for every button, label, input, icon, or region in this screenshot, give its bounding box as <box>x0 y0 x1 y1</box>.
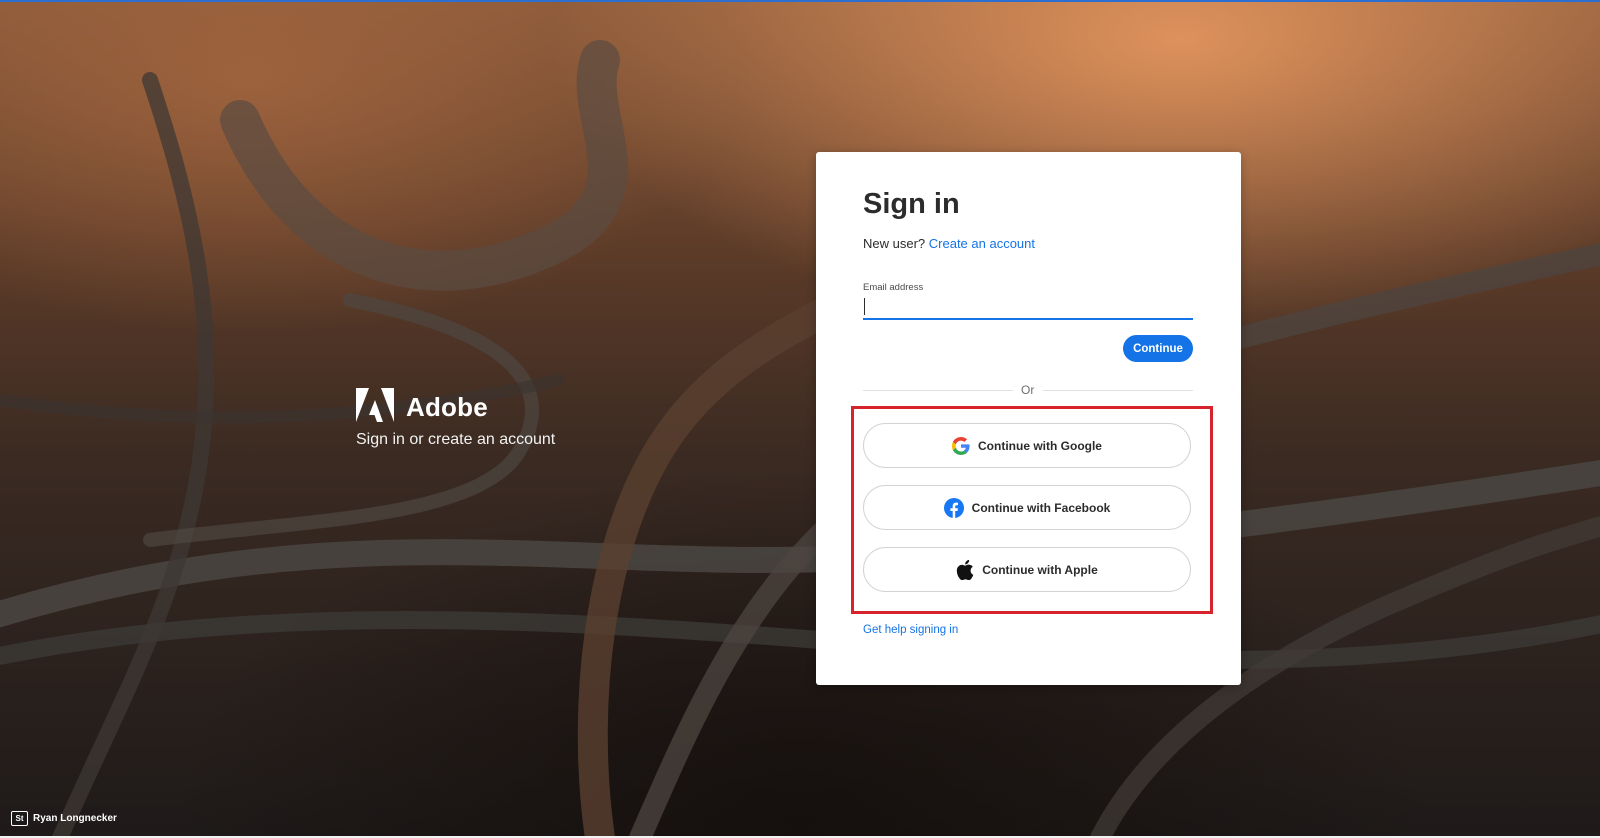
google-icon <box>952 436 970 455</box>
facebook-button-label: Continue with Facebook <box>971 500 1111 515</box>
facebook-icon <box>943 497 964 518</box>
email-field[interactable] <box>863 296 1193 320</box>
continue-with-google-button[interactable]: Continue with Google <box>863 423 1191 468</box>
create-account-link[interactable]: Create an account <box>929 236 1035 251</box>
brand-tagline: Sign in or create an account <box>356 431 556 448</box>
apple-icon <box>956 559 974 580</box>
signin-card: Sign in New user? Create an account Emai… <box>816 152 1241 685</box>
apple-button-label: Continue with Apple <box>982 562 1098 577</box>
top-border <box>0 0 1600 2</box>
new-user-text: New user? <box>863 236 926 251</box>
adobe-stock-icon: St <box>11 811 28 826</box>
divider-right <box>1043 390 1193 391</box>
email-label: Email address <box>863 282 924 293</box>
new-user-prompt: New user? Create an account <box>863 236 1035 251</box>
continue-with-apple-button[interactable]: Continue with Apple <box>863 547 1191 592</box>
photo-credit-author: Ryan Longnecker <box>33 813 117 824</box>
google-button-label: Continue with Google <box>978 438 1102 453</box>
continue-with-facebook-button[interactable]: Continue with Facebook <box>863 485 1191 530</box>
help-signing-in-link[interactable]: Get help signing in <box>863 624 958 636</box>
brand-block: Adobe Sign in or create an account <box>356 388 555 449</box>
divider-left <box>863 390 1013 391</box>
page-title: Sign in <box>863 188 960 220</box>
brand-name: Adobe <box>406 392 488 422</box>
text-cursor <box>864 298 865 315</box>
background-photo <box>0 0 1600 838</box>
divider-text: Or <box>1021 383 1035 397</box>
continue-button[interactable]: Continue <box>1123 335 1193 362</box>
adobe-logo-icon <box>356 388 394 427</box>
photo-credit[interactable]: St Ryan Longnecker <box>11 811 117 826</box>
